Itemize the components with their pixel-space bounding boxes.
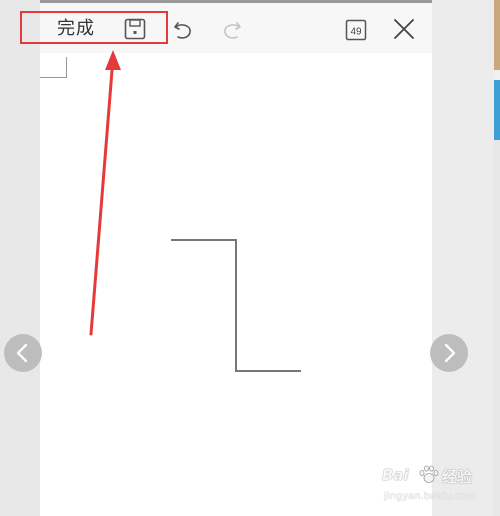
chevron-right-icon (444, 343, 456, 363)
previous-page-button[interactable] (4, 334, 42, 372)
baidu-jingyan-watermark: Bai 经验 jingyan.baidu.com (382, 462, 494, 508)
next-page-button[interactable] (430, 334, 468, 372)
watermark-brand-prefix: Bai (382, 466, 409, 484)
watermark-brand-suffix: 经验 (442, 468, 473, 486)
paw-logo-icon (419, 465, 439, 483)
chevron-left-icon (16, 343, 28, 363)
annotation-arrow (89, 50, 121, 336)
watermark-url: jingyan.baidu.com (384, 491, 477, 502)
